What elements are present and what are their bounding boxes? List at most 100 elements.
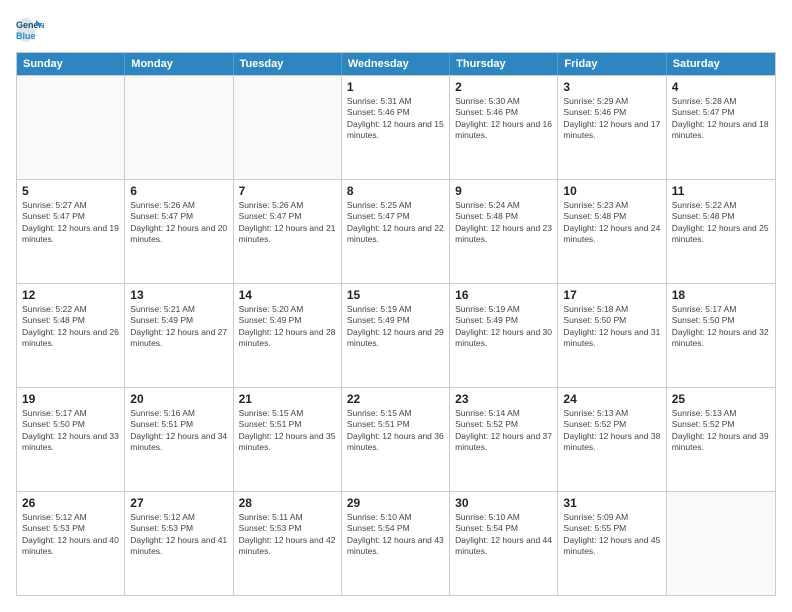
- day-number: 31: [563, 496, 660, 510]
- day-number: 2: [455, 80, 552, 94]
- day-header-wednesday: Wednesday: [342, 53, 450, 75]
- calendar-body: 1 Sunrise: 5:31 AMSunset: 5:46 PMDaylight…: [17, 75, 775, 595]
- day-number: 5: [22, 184, 119, 198]
- calendar-cell: 6 Sunrise: 5:26 AMSunset: 5:47 PMDaylight…: [125, 180, 233, 283]
- calendar-cell: 19Sunrise: 5:17 AMSunset: 5:50 PMDayligh…: [17, 388, 125, 491]
- day-info: Sunrise: 5:30 AMSunset: 5:46 PMDaylight:…: [455, 96, 552, 142]
- day-info: Sunrise: 5:13 AMSunset: 5:52 PMDaylight:…: [563, 408, 660, 454]
- calendar-cell: 24 Sunrise: 5:13 AMSunset: 5:52 PMDayligh…: [558, 388, 666, 491]
- calendar-cell: 9 Sunrise: 5:24 AMSunset: 5:48 PMDaylight…: [450, 180, 558, 283]
- calendar-cell: 4 Sunrise: 5:28 AMSunset: 5:47 PMDaylight…: [667, 76, 775, 179]
- day-info: Sunrise: 5:18 AMSunset: 5:50 PMDaylight:…: [563, 304, 660, 350]
- day-info: Sunrise: 5:10 AMSunset: 5:54 PMDaylight:…: [455, 512, 552, 558]
- day-info: Sunrise: 5:17 AMSunset: 5:50 PMDaylight:…: [672, 304, 770, 350]
- calendar-cell: 10 Sunrise: 5:23 AMSunset: 5:48 PMDayligh…: [558, 180, 666, 283]
- day-number: 8: [347, 184, 444, 198]
- day-info: Sunrise: 5:24 AMSunset: 5:48 PMDaylight:…: [455, 200, 552, 246]
- day-number: 10: [563, 184, 660, 198]
- day-number: 18: [672, 288, 770, 302]
- calendar-week-5: 26 Sunrise: 5:12 AMSunset: 5:53 PMDayligh…: [17, 491, 775, 595]
- day-info: Sunrise: 5:12 AMSunset: 5:53 PMDaylight:…: [130, 512, 227, 558]
- calendar-cell: [234, 76, 342, 179]
- day-header-friday: Friday: [558, 53, 666, 75]
- day-number: 13: [130, 288, 227, 302]
- day-number: 24: [563, 392, 660, 406]
- day-info: Sunrise: 5:23 AMSunset: 5:48 PMDaylight:…: [563, 200, 660, 246]
- day-header-monday: Monday: [125, 53, 233, 75]
- calendar: SundayMondayTuesdayWednesdayThursdayFrid…: [16, 52, 776, 596]
- day-info: Sunrise: 5:26 AMSunset: 5:47 PMDaylight:…: [130, 200, 227, 246]
- calendar-cell: 17 Sunrise: 5:18 AMSunset: 5:50 PMDayligh…: [558, 284, 666, 387]
- day-number: 26: [22, 496, 119, 510]
- day-number: 4: [672, 80, 770, 94]
- day-info: Sunrise: 5:26 AMSunset: 5:47 PMDaylight:…: [239, 200, 336, 246]
- day-info: Sunrise: 5:25 AMSunset: 5:47 PMDaylight:…: [347, 200, 444, 246]
- calendar-cell: 13 Sunrise: 5:21 AMSunset: 5:49 PMDayligh…: [125, 284, 233, 387]
- day-number: 27: [130, 496, 227, 510]
- day-info: Sunrise: 5:22 AMSunset: 5:48 PMDaylight:…: [22, 304, 119, 350]
- calendar-cell: 20Sunrise: 5:16 AMSunset: 5:51 PMDayligh…: [125, 388, 233, 491]
- calendar-cell: 25Sunrise: 5:13 AMSunset: 5:52 PMDayligh…: [667, 388, 775, 491]
- day-header-saturday: Saturday: [667, 53, 775, 75]
- calendar-cell: 7 Sunrise: 5:26 AMSunset: 5:47 PMDaylight…: [234, 180, 342, 283]
- calendar-cell: 26Sunrise: 5:12 AMSunset: 5:53 PMDayligh…: [17, 492, 125, 595]
- day-number: 15: [347, 288, 444, 302]
- day-header-sunday: Sunday: [17, 53, 125, 75]
- calendar-cell: 15 Sunrise: 5:19 AMSunset: 5:49 PMDayligh…: [342, 284, 450, 387]
- day-info: Sunrise: 5:19 AMSunset: 5:49 PMDaylight:…: [347, 304, 444, 350]
- day-header-tuesday: Tuesday: [234, 53, 342, 75]
- day-number: 14: [239, 288, 336, 302]
- calendar-week-3: 12 Sunrise: 5:22 AMSunset: 5:48 PMDayligh…: [17, 283, 775, 387]
- day-number: 29: [347, 496, 444, 510]
- calendar-cell: 31 Sunrise: 5:09 AMSunset: 5:55 PMDayligh…: [558, 492, 666, 595]
- day-info: Sunrise: 5:15 AMSunset: 5:51 PMDaylight:…: [239, 408, 336, 454]
- day-info: Sunrise: 5:20 AMSunset: 5:49 PMDaylight:…: [239, 304, 336, 350]
- day-info: Sunrise: 5:29 AMSunset: 5:46 PMDaylight:…: [563, 96, 660, 142]
- calendar-cell: 21 Sunrise: 5:15 AMSunset: 5:51 PMDayligh…: [234, 388, 342, 491]
- calendar-cell: 5 Sunrise: 5:27 AMSunset: 5:47 PMDaylight…: [17, 180, 125, 283]
- day-number: 28: [239, 496, 336, 510]
- calendar-page: General Blue SundayMondayTuesdayWednesda…: [0, 0, 792, 612]
- calendar-cell: 22Sunrise: 5:15 AMSunset: 5:51 PMDayligh…: [342, 388, 450, 491]
- day-info: Sunrise: 5:14 AMSunset: 5:52 PMDaylight:…: [455, 408, 552, 454]
- day-number: 7: [239, 184, 336, 198]
- calendar-cell: 1 Sunrise: 5:31 AMSunset: 5:46 PMDaylight…: [342, 76, 450, 179]
- day-info: Sunrise: 5:27 AMSunset: 5:47 PMDaylight:…: [22, 200, 119, 246]
- calendar-cell: 23 Sunrise: 5:14 AMSunset: 5:52 PMDayligh…: [450, 388, 558, 491]
- day-number: 23: [455, 392, 552, 406]
- day-number: 9: [455, 184, 552, 198]
- day-number: 20: [130, 392, 227, 406]
- calendar-cell: 2 Sunrise: 5:30 AMSunset: 5:46 PMDaylight…: [450, 76, 558, 179]
- day-info: Sunrise: 5:22 AMSunset: 5:48 PMDaylight:…: [672, 200, 770, 246]
- svg-text:Blue: Blue: [16, 31, 36, 41]
- calendar-cell: 28Sunrise: 5:11 AMSunset: 5:53 PMDayligh…: [234, 492, 342, 595]
- calendar-cell: 14 Sunrise: 5:20 AMSunset: 5:49 PMDayligh…: [234, 284, 342, 387]
- day-number: 6: [130, 184, 227, 198]
- day-info: Sunrise: 5:21 AMSunset: 5:49 PMDaylight:…: [130, 304, 227, 350]
- day-info: Sunrise: 5:13 AMSunset: 5:52 PMDaylight:…: [672, 408, 770, 454]
- calendar-cell: 11 Sunrise: 5:22 AMSunset: 5:48 PMDayligh…: [667, 180, 775, 283]
- calendar-cell: [667, 492, 775, 595]
- calendar-cell: 27 Sunrise: 5:12 AMSunset: 5:53 PMDayligh…: [125, 492, 233, 595]
- day-info: Sunrise: 5:10 AMSunset: 5:54 PMDaylight:…: [347, 512, 444, 558]
- day-header-thursday: Thursday: [450, 53, 558, 75]
- calendar-cell: 8 Sunrise: 5:25 AMSunset: 5:47 PMDaylight…: [342, 180, 450, 283]
- calendar-cell: [125, 76, 233, 179]
- calendar-cell: 30Sunrise: 5:10 AMSunset: 5:54 PMDayligh…: [450, 492, 558, 595]
- day-number: 19: [22, 392, 119, 406]
- calendar-cell: 3Sunrise: 5:29 AMSunset: 5:46 PMDaylight…: [558, 76, 666, 179]
- day-number: 11: [672, 184, 770, 198]
- calendar-cell: 29 Sunrise: 5:10 AMSunset: 5:54 PMDayligh…: [342, 492, 450, 595]
- calendar-header: SundayMondayTuesdayWednesdayThursdayFrid…: [17, 53, 775, 75]
- day-info: Sunrise: 5:09 AMSunset: 5:55 PMDaylight:…: [563, 512, 660, 558]
- calendar-week-2: 5 Sunrise: 5:27 AMSunset: 5:47 PMDaylight…: [17, 179, 775, 283]
- day-info: Sunrise: 5:31 AMSunset: 5:46 PMDaylight:…: [347, 96, 444, 142]
- day-number: 1: [347, 80, 444, 94]
- day-number: 12: [22, 288, 119, 302]
- day-number: 17: [563, 288, 660, 302]
- calendar-cell: 18 Sunrise: 5:17 AMSunset: 5:50 PMDayligh…: [667, 284, 775, 387]
- day-number: 21: [239, 392, 336, 406]
- day-info: Sunrise: 5:28 AMSunset: 5:47 PMDaylight:…: [672, 96, 770, 142]
- day-info: Sunrise: 5:19 AMSunset: 5:49 PMDaylight:…: [455, 304, 552, 350]
- calendar-week-4: 19Sunrise: 5:17 AMSunset: 5:50 PMDayligh…: [17, 387, 775, 491]
